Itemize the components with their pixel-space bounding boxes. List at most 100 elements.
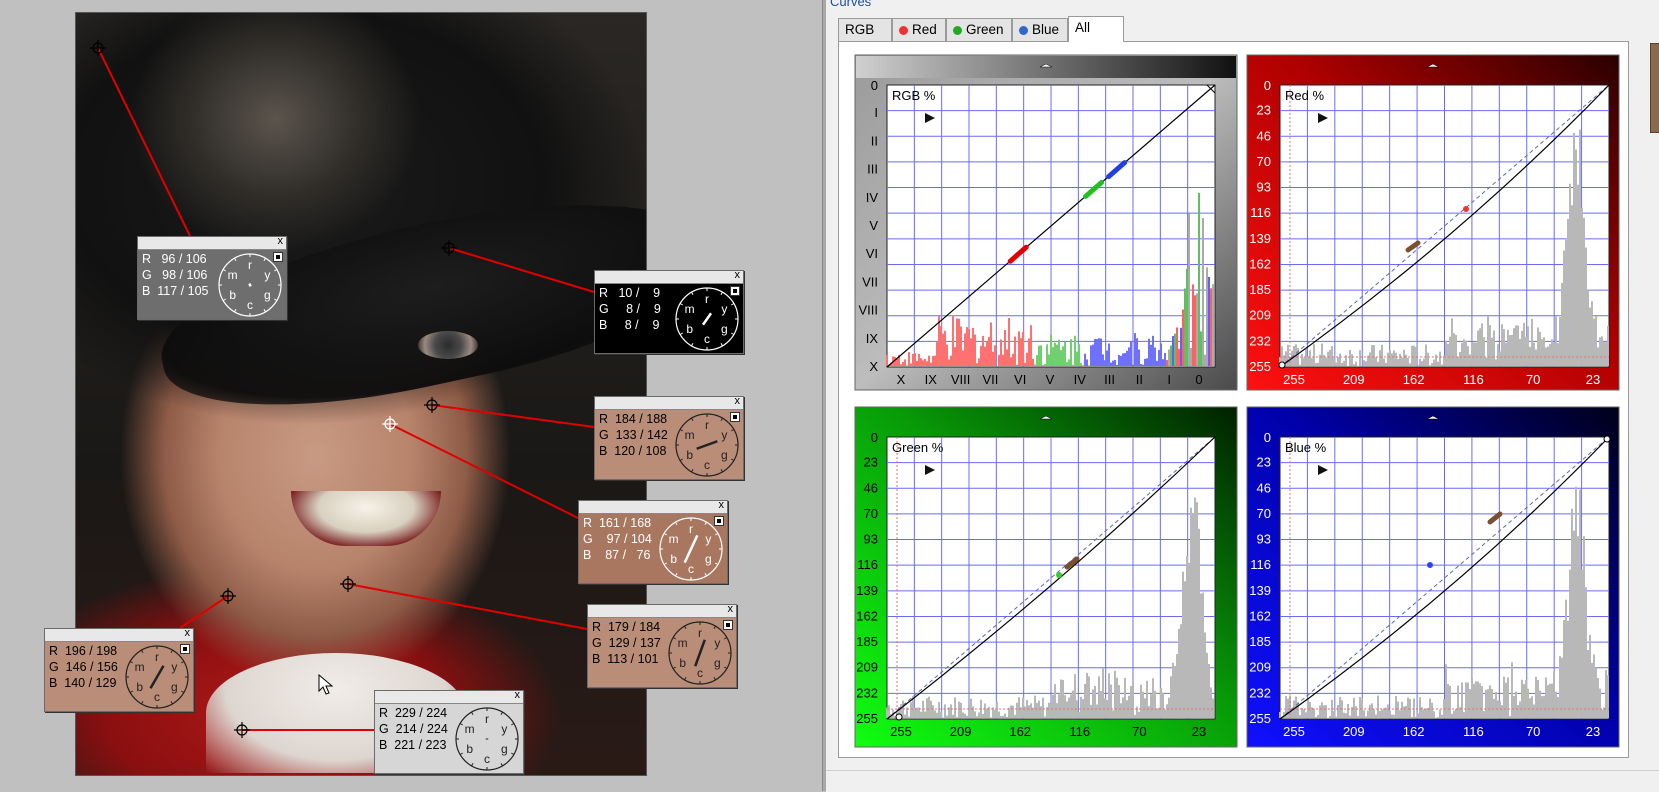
scrollbar-thumb[interactable] [1650, 43, 1659, 133]
y-tick-label: 162 [1249, 608, 1271, 623]
dial-tick [471, 762, 474, 767]
leader-line [97, 47, 191, 237]
leader-line [347, 583, 588, 630]
y-tick-label: V [869, 218, 878, 233]
dial-letter-r: r [705, 418, 709, 432]
dial-letter-m: m [228, 268, 238, 282]
close-icon[interactable]: x [735, 269, 741, 282]
dial-tick [500, 762, 503, 767]
y-tick-label: 0 [871, 78, 878, 93]
rgb-values: R 10 / 9 G 8 / 9 B 8 / 9 [599, 285, 661, 333]
x-tick-label: VIII [951, 372, 971, 387]
popup-titlebar[interactable]: x [595, 395, 743, 410]
sample-point-marker [382, 416, 398, 432]
panel-title: Curves [830, 0, 872, 9]
dial-tick [663, 533, 668, 536]
dial-letter-y: y [714, 636, 720, 650]
red-value: R 229 / 224 [379, 706, 448, 720]
y-tick-label: 255 [856, 711, 878, 726]
dial-letter-g: g [171, 680, 178, 694]
y-tick-label: IV [866, 190, 879, 205]
y-tick-label: 139 [856, 583, 878, 598]
leader-line [448, 247, 595, 293]
dial-needle [248, 283, 252, 287]
popup-titlebar[interactable]: x [375, 689, 523, 704]
close-icon[interactable]: x [728, 603, 734, 616]
dial-needle [683, 534, 699, 564]
close-icon[interactable]: x [735, 395, 741, 408]
color-sample-popup[interactable]: x R 229 / 224 G 214 / 224 B 221 / 223 rygc… [374, 689, 524, 774]
dial-letter-g: g [264, 288, 271, 302]
popup-titlebar[interactable]: x [595, 269, 743, 284]
rgb-values: R 96 / 106 G 98 / 106 B 117 / 105 [142, 251, 209, 299]
dial-letter-b: b [686, 448, 693, 462]
tab-rgb[interactable]: RGB [838, 18, 892, 41]
dial-letter-y: y [721, 428, 727, 442]
dial-tick [672, 637, 677, 640]
close-icon[interactable]: x [278, 235, 284, 248]
close-icon[interactable]: x [185, 627, 191, 640]
dial-tick [129, 690, 134, 693]
dial-letter-r: r [155, 650, 159, 664]
x-tick-label: 255 [1283, 724, 1305, 739]
chart-title: Blue % [1285, 440, 1327, 455]
dial-tick [273, 298, 278, 301]
dial-needle [149, 665, 165, 689]
dial-tick [714, 533, 719, 536]
blue-value: B 117 / 105 [142, 284, 209, 298]
color-sample-popup[interactable]: x R 184 / 188 G 133 / 142 B 120 / 108 rygc… [594, 395, 744, 480]
dial-letter-y: y [721, 302, 727, 316]
x-tick-label: II [1136, 372, 1143, 387]
red-value: R 196 / 198 [49, 644, 118, 658]
dial-letter-c: c [154, 690, 160, 704]
dial-tick [234, 308, 237, 313]
close-icon[interactable]: x [719, 499, 725, 512]
y-tick-label: 116 [857, 557, 878, 572]
x-tick-label: 209 [1343, 724, 1365, 739]
tab-all[interactable]: All [1068, 16, 1124, 42]
close-icon[interactable]: x [515, 689, 521, 702]
curve-point [1056, 572, 1062, 578]
color-sample-popup[interactable]: x R 179 / 184 G 129 / 137 B 113 / 101 rygc… [587, 603, 737, 688]
popup-titlebar[interactable]: x [588, 603, 736, 618]
x-tick-label: VII [982, 372, 998, 387]
tab-blue[interactable]: Blue [1012, 18, 1068, 41]
color-sample-popup[interactable]: x R 196 / 198 G 146 / 156 B 140 / 129 rygc… [44, 627, 194, 712]
dial-tick [704, 521, 707, 526]
sample-point-marker [424, 397, 440, 413]
color-sample-popup[interactable]: x R 10 / 9 G 8 / 9 B 8 / 9 rygcbm [594, 269, 744, 354]
dial-letter-b: b [670, 552, 677, 566]
popup-titlebar[interactable]: x [138, 235, 286, 250]
red-value: R 179 / 184 [592, 620, 661, 634]
dial-tick [129, 661, 134, 664]
x-tick-label: VI [1014, 372, 1026, 387]
x-tick-label: 70 [1132, 724, 1146, 739]
curves-charts[interactable]: 0IIIIIIIVVVIVIIVIIIIXXX IX VIII VII VI V IV III… [839, 42, 1628, 757]
y-tick-label: 46 [864, 480, 878, 495]
y-tick-label: 0 [1264, 78, 1271, 93]
dial-letter-b: b [466, 742, 473, 756]
tab-red[interactable]: Red [892, 18, 946, 41]
tab-green[interactable]: Green [946, 18, 1012, 41]
y-tick-label: 116 [1250, 205, 1271, 220]
y-tick-label: 139 [1249, 231, 1271, 246]
x-tick-label: 209 [950, 724, 972, 739]
x-tick-label: 70 [1526, 724, 1540, 739]
x-tick-label: 116 [1463, 372, 1484, 387]
y-tick-label: 185 [856, 634, 878, 649]
dial-tick [723, 637, 728, 640]
dial-letter-r: r [705, 292, 709, 306]
popup-titlebar[interactable]: x [45, 627, 193, 642]
curve-point [1463, 206, 1469, 212]
red-value: R 96 / 106 [142, 252, 207, 266]
y-tick-label: 23 [1257, 455, 1271, 470]
color-sample-popup[interactable]: x R 161 / 168 G 97 / 104 B 87 / 76 rygcbm [578, 499, 728, 584]
y-tick-label: 93 [864, 532, 878, 547]
color-sample-popup[interactable]: x R 96 / 106 G 98 / 106 B 117 / 105 rygcbm [137, 235, 287, 320]
dial-letter-c: c [484, 752, 490, 766]
popup-titlebar[interactable]: x [579, 499, 727, 514]
dial-letter-r: r [689, 522, 693, 536]
dial-tick [170, 649, 173, 654]
dial-tick [675, 521, 678, 526]
x-tick-label: 255 [1283, 372, 1305, 387]
